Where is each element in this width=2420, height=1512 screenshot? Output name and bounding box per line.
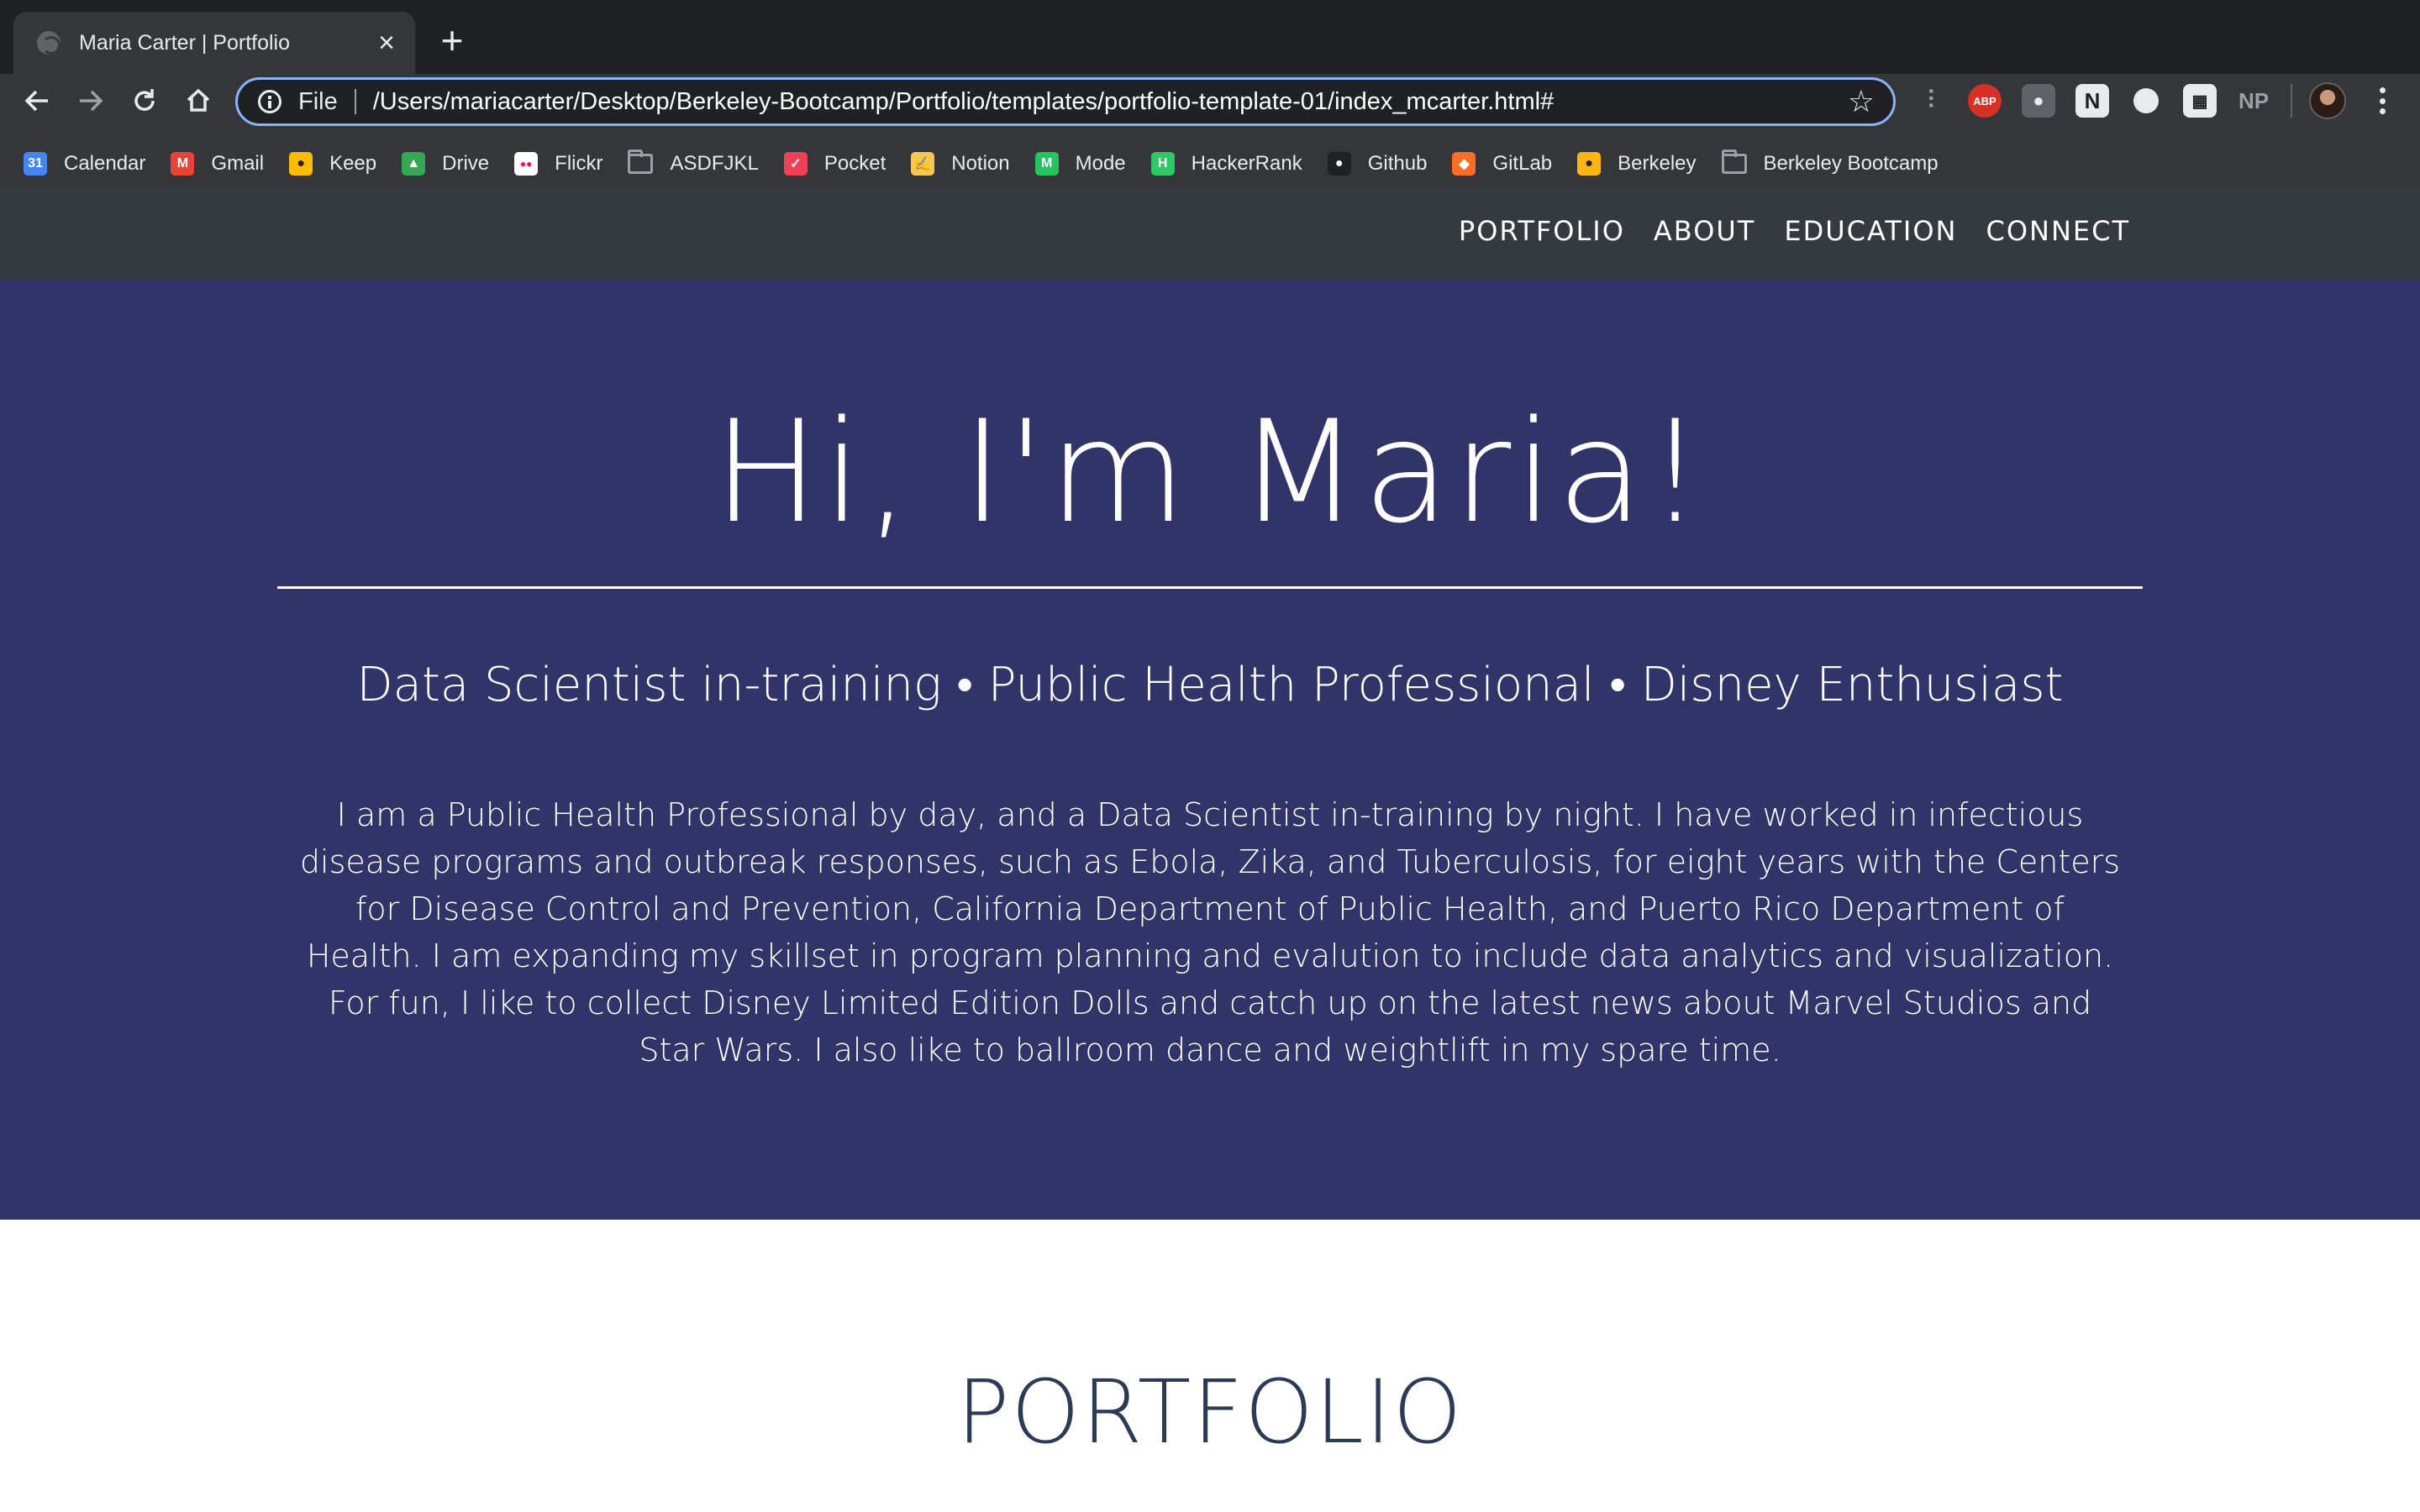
hero-subtitle: Data Scientist in-training • Public Heal… (356, 658, 2064, 712)
github-icon: ● (1327, 152, 1351, 176)
keep-icon: ● (289, 152, 313, 176)
bookmark-label: Berkeley Bootcamp (1763, 152, 1939, 175)
bookmark-gitlab[interactable]: ◆ GitLab (1452, 152, 1552, 176)
adblock-label: ABP (1973, 94, 1996, 108)
pocket-icon: ✓ (783, 152, 808, 176)
bookmark-hackerrank[interactable]: H HackerRank (1150, 152, 1302, 176)
bookmark-label: Keep (329, 152, 377, 175)
folder-icon (1721, 150, 1747, 174)
bookmark-label: Flickr (555, 152, 603, 175)
bookmark-label: Github (1367, 152, 1428, 175)
flickr-icon: ●● (514, 152, 539, 176)
bookmark-label: HackerRank (1191, 152, 1302, 175)
url-separator (354, 89, 356, 114)
bookmark-label: Notion (951, 152, 1010, 175)
site-navbar: PORTFOLIO ABOUT EDUCATION CONNECT (0, 188, 2420, 281)
bookmark-drive[interactable]: ▲ Drive (402, 152, 489, 176)
back-arrow-icon[interactable] (15, 79, 59, 123)
forward-arrow-icon[interactable] (69, 79, 113, 123)
bookmark-flickr[interactable]: ●● Flickr (514, 152, 602, 176)
notion-icon: ✍ (911, 152, 935, 176)
drive-icon: ▲ (402, 152, 426, 176)
nav-link-education[interactable]: EDUCATION (1784, 215, 1957, 247)
reload-icon[interactable] (123, 79, 166, 123)
bookmark-label: Mode (1075, 152, 1126, 175)
bookmark-mode[interactable]: M Mode (1034, 152, 1126, 176)
nav-link-about[interactable]: ABOUT (1654, 215, 1755, 247)
portfolio-heading: PORTFOLIO (956, 1361, 1464, 1463)
bookmarks-bar: 31 Calendar M Gmail ● Keep ▲ Drive ●● Flickr ASDFJ… (0, 139, 2420, 188)
np-label: NP (2238, 87, 2270, 113)
address-bar[interactable]: File /Users/mariacarter/Desktop/Berkeley… (235, 77, 1896, 126)
keep-extension-icon[interactable]: ● (2022, 84, 2055, 118)
bookmark-label: Drive (442, 152, 490, 175)
calendar-icon: 31 (24, 152, 47, 176)
site-info-icon[interactable] (258, 90, 281, 113)
tab-title: Maria Carter | Portfolio (79, 30, 291, 55)
bookmark-berkeley[interactable]: ● Berkeley (1577, 152, 1697, 176)
bookmark-label: Gmail (211, 152, 265, 175)
home-icon[interactable] (176, 79, 220, 123)
browser-tab-strip: Maria Carter | Portfolio × + (0, 0, 2420, 74)
bookmark-pocket[interactable]: ✓ Pocket (783, 152, 886, 176)
nav-link-connect[interactable]: CONNECT (1986, 215, 2130, 247)
hero-divider (277, 586, 2143, 589)
bookmark-calendar[interactable]: 31 Calendar (24, 152, 145, 176)
hackerrank-icon: H (1150, 152, 1175, 176)
bookmark-gmail[interactable]: M Gmail (171, 152, 264, 176)
globe-icon (37, 31, 60, 55)
close-tab-icon[interactable]: × (370, 26, 403, 60)
bookmark-label: Berkeley (1618, 152, 1697, 175)
bookmark-label: GitLab (1492, 152, 1553, 175)
circle-extension-icon[interactable] (2129, 84, 2163, 118)
adblock-plus-icon[interactable]: ABP (1968, 84, 2002, 118)
hero-bio: I am a Public Health Professional by day… (299, 796, 2121, 1068)
notion-extension-icon[interactable]: N (2075, 84, 2109, 118)
toolbar-divider (2291, 84, 2292, 118)
hero-title: Hi, I'm Maria! (713, 390, 1707, 554)
bookmark-notion[interactable]: ✍ Notion (911, 152, 1010, 176)
berkeley-icon: ● (1577, 152, 1602, 176)
browser-tab[interactable]: Maria Carter | Portfolio × (13, 12, 415, 74)
profile-avatar[interactable] (2309, 82, 2346, 119)
gmail-icon: M (171, 152, 195, 176)
bookmark-github[interactable]: ● Github (1327, 152, 1428, 176)
new-tab-icon[interactable]: + (430, 18, 474, 62)
folder-icon (628, 150, 654, 174)
bookmark-label: Calendar (64, 152, 146, 175)
browser-menu-icon[interactable] (2370, 82, 2395, 119)
np-extension-icon[interactable]: NP (2237, 84, 2270, 118)
url-scheme: File (298, 87, 338, 115)
bookmark-label: ASDFJKL (670, 152, 759, 175)
gitlab-icon: ◆ (1452, 152, 1476, 176)
mode-icon: M (1034, 152, 1059, 176)
bookmark-label: Pocket (823, 152, 886, 175)
hero-section: Hi, I'm Maria! Data Scientist in-trainin… (0, 281, 2420, 1220)
bookmark-asdfjkl[interactable]: ASDFJKL (628, 150, 759, 176)
nav-link-portfolio[interactable]: PORTFOLIO (1459, 215, 1625, 247)
bookmark-berkeley-bootcamp[interactable]: Berkeley Bootcamp (1721, 150, 1939, 176)
bookmark-keep[interactable]: ● Keep (289, 152, 376, 176)
url-text[interactable]: /Users/mariacarter/Desktop/Berkeley-Boot… (373, 88, 1848, 116)
bookmark-star-icon[interactable]: ☆ (1848, 84, 1875, 119)
qr-code-icon[interactable]: ▦ (2183, 84, 2217, 118)
extension-bars-icon[interactable]: ⫶ (1914, 84, 1948, 118)
